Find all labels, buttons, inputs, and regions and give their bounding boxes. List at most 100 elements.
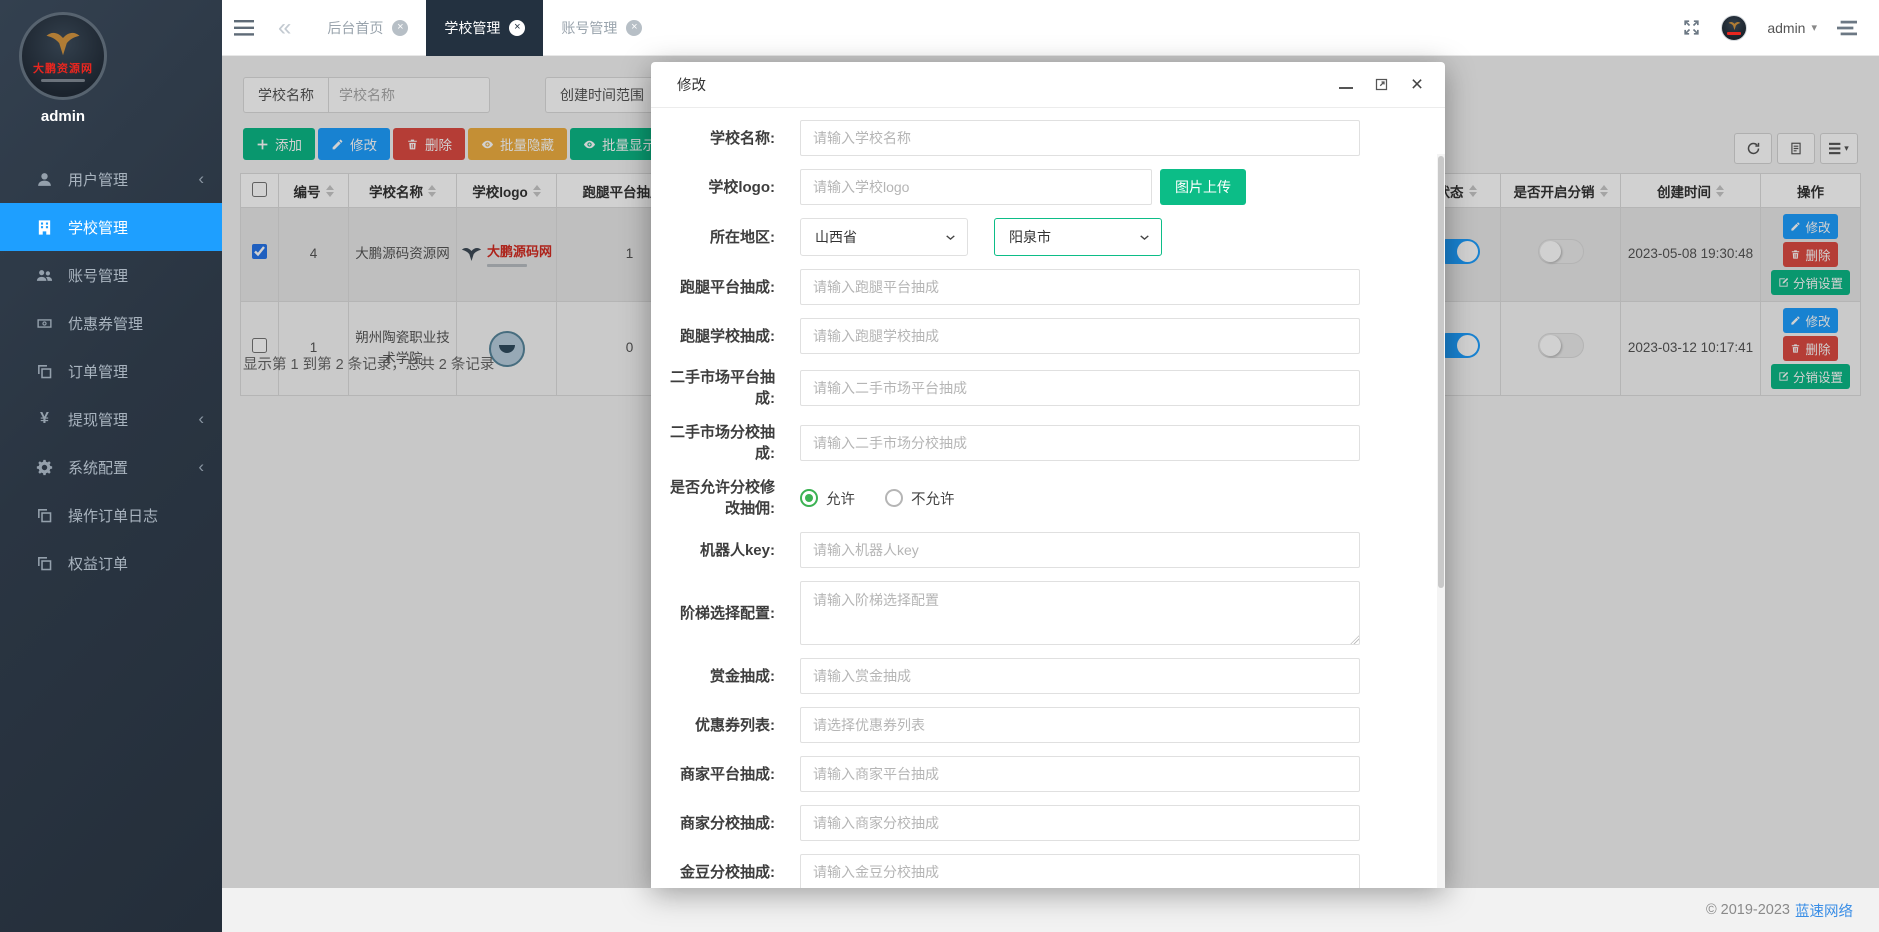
logo-input[interactable] <box>800 169 1152 205</box>
row-action-red[interactable]: 删除 <box>1783 336 1837 361</box>
tab-2[interactable]: 学校管理× <box>426 0 543 56</box>
form-row-11: 赏金抽成: <box>651 658 1445 694</box>
row-checkbox[interactable] <box>252 338 267 353</box>
sort-icon[interactable] <box>533 185 541 197</box>
sidebar-menu: 用户管理‹学校管理账号管理优惠券管理订单管理¥提现管理‹系统配置‹操作订单日志权… <box>0 155 222 587</box>
radio-option-2[interactable]: 不允许 <box>885 488 955 509</box>
chevron-down-icon <box>944 231 957 244</box>
school-name-input[interactable] <box>328 77 490 113</box>
sidebar-item-5[interactable]: 订单管理 <box>0 347 222 395</box>
tab-label: 账号管理 <box>561 18 617 38</box>
row-select-cell <box>241 208 279 302</box>
toolbar-button-4[interactable]: 批量隐藏 <box>468 128 567 160</box>
fenxiao-toggle[interactable] <box>1538 333 1584 358</box>
scrollbar-thumb[interactable] <box>1438 156 1444 588</box>
layout-menu-icon[interactable] <box>1837 20 1857 36</box>
columns-button[interactable] <box>1777 133 1815 164</box>
minimize-icon[interactable] <box>1339 80 1353 89</box>
scroll-tabs-left-icon[interactable]: « <box>278 16 289 40</box>
form-row-1: 学校名称: <box>651 120 1445 156</box>
sort-icon[interactable] <box>1716 185 1724 197</box>
form-input-13[interactable] <box>800 756 1360 792</box>
column-header-2[interactable]: 学校名称 <box>349 174 457 208</box>
toolbar-button-label: 添加 <box>275 134 302 154</box>
fullscreen-icon[interactable] <box>1682 18 1701 37</box>
row-action-green[interactable]: 分销设置 <box>1771 270 1850 295</box>
toolbar-button-2[interactable]: 修改 <box>318 128 390 160</box>
row-action-blue[interactable]: 修改 <box>1783 214 1837 239</box>
row-action-green[interactable]: 分销设置 <box>1771 364 1850 389</box>
chevron-left-icon: ‹ <box>198 409 204 429</box>
tab-3[interactable]: 账号管理 × <box>543 0 660 56</box>
row-school-name: 朔州陶瓷职业技术学院 <box>349 302 457 396</box>
form-input-14[interactable] <box>800 805 1360 841</box>
sidebar-item-2[interactable]: 学校管理 <box>0 203 222 251</box>
form-input-6[interactable] <box>800 370 1360 406</box>
sidebar-item-4[interactable]: 优惠券管理 <box>0 299 222 347</box>
sidebar-item-7[interactable]: 系统配置‹ <box>0 443 222 491</box>
view-options-button[interactable]: ▾ <box>1820 133 1858 164</box>
province-select[interactable]: 山西省 <box>800 218 968 256</box>
column-header-3[interactable]: 学校logo <box>457 174 557 208</box>
form-input-11[interactable] <box>800 658 1360 694</box>
form-input-15[interactable] <box>800 854 1360 888</box>
sidebar-item-3[interactable]: 账号管理 <box>0 251 222 299</box>
tab-1[interactable]: 后台首页 × <box>309 0 426 56</box>
upload-image-button[interactable]: 图片上传 <box>1160 169 1246 205</box>
form-row-5: 跑腿学校抽成: <box>651 318 1445 354</box>
toolbar-button-1[interactable]: 添加 <box>243 128 315 160</box>
city-value: 阳泉市 <box>1009 227 1051 247</box>
column-header-7[interactable]: 是否开启分销 <box>1501 174 1621 208</box>
form-input-5[interactable] <box>800 318 1360 354</box>
form-label: 金豆分校抽成: <box>659 862 775 883</box>
select-all-checkbox[interactable] <box>252 182 267 197</box>
row-action-blue[interactable]: 修改 <box>1783 308 1837 333</box>
form-input-7[interactable] <box>800 425 1360 461</box>
sort-icon[interactable] <box>428 185 436 197</box>
form-input-12[interactable] <box>800 707 1360 743</box>
user-menu[interactable]: admin ▾ <box>1767 20 1817 36</box>
form-input-1[interactable] <box>800 120 1360 156</box>
sort-icon[interactable] <box>1600 185 1608 197</box>
avatar-eagle-icon <box>1728 21 1741 31</box>
company-link[interactable]: 蓝速网络 <box>1795 900 1853 921</box>
user-avatar[interactable] <box>1721 15 1747 41</box>
tab-close-icon[interactable]: × <box>509 20 525 36</box>
sort-icon[interactable] <box>326 185 334 197</box>
fenxiao-toggle[interactable] <box>1538 239 1584 264</box>
form-input-4[interactable] <box>800 269 1360 305</box>
coupon-icon <box>36 315 53 332</box>
tab-label: 后台首页 <box>327 18 383 38</box>
toolbar-button-label: 修改 <box>350 134 377 154</box>
form-input-9[interactable] <box>800 532 1360 568</box>
column-header-8[interactable]: 创建时间 <box>1621 174 1761 208</box>
column-label: 操作 <box>1797 181 1824 201</box>
city-select[interactable]: 阳泉市 <box>994 218 1162 256</box>
sidebar-item-9[interactable]: 权益订单 <box>0 539 222 587</box>
sort-icon[interactable] <box>1469 185 1477 197</box>
row-checkbox[interactable] <box>252 244 267 259</box>
sidebar-item-1[interactable]: 用户管理‹ <box>0 155 222 203</box>
column-label: 编号 <box>294 181 321 201</box>
radio-icon[interactable] <box>800 489 818 507</box>
hamburger-icon[interactable] <box>234 20 254 36</box>
refresh-button[interactable] <box>1734 133 1772 164</box>
modal-body: 学校名称:学校logo:图片上传所在地区:山西省阳泉市跑腿平台抽成:跑腿学校抽成… <box>651 108 1445 888</box>
sidebar-item-6[interactable]: ¥提现管理‹ <box>0 395 222 443</box>
page-footer: © 2019-2023 蓝速网络 <box>222 888 1879 932</box>
toolbar-button-3[interactable]: 删除 <box>393 128 465 160</box>
maximize-icon[interactable] <box>1373 77 1389 93</box>
row-action-red[interactable]: 删除 <box>1783 242 1837 267</box>
column-header-1[interactable]: 编号 <box>279 174 349 208</box>
school-logo: 大鹏源码网 <box>461 242 552 267</box>
close-icon[interactable]: × <box>1409 77 1425 93</box>
row-fenxiao-cell <box>1501 302 1621 396</box>
tab-close-icon[interactable]: × <box>392 20 408 36</box>
sidebar-item-8[interactable]: 操作订单日志 <box>0 491 222 539</box>
tab-close-icon[interactable]: × <box>626 20 642 36</box>
sidebar-item-label: 优惠券管理 <box>68 313 143 334</box>
form-textarea[interactable] <box>800 581 1360 645</box>
create-time-label: 创建时间范围 <box>545 77 658 113</box>
radio-icon[interactable] <box>885 489 903 507</box>
radio-option-1[interactable]: 允许 <box>800 488 855 509</box>
